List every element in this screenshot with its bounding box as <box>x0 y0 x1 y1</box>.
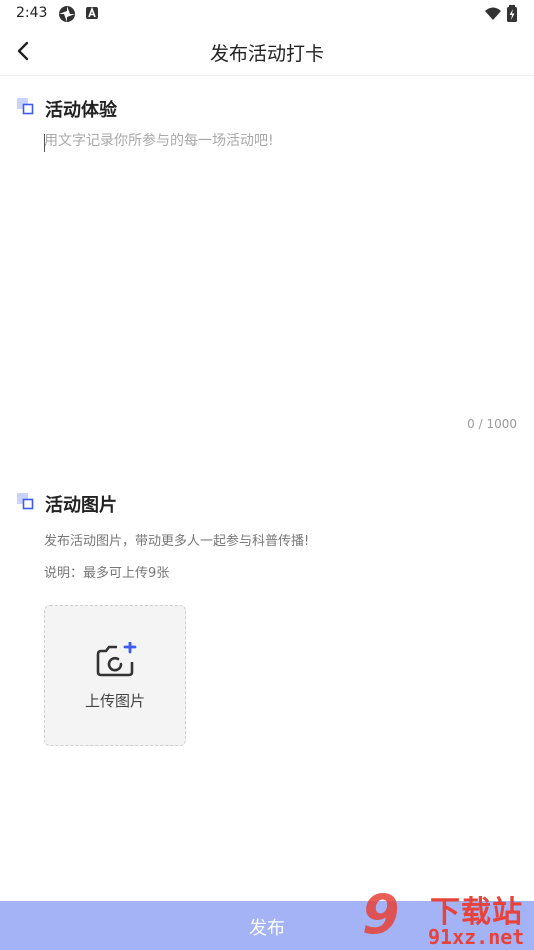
status-bar: 2:43 <box>0 0 534 28</box>
page-title: 发布活动打卡 <box>209 43 324 65</box>
publish-label: 发布 <box>249 918 285 939</box>
battery-charging-icon <box>506 5 518 23</box>
experience-text-input[interactable] <box>44 130 518 410</box>
upload-label: 上传图片 <box>84 692 145 710</box>
section-marker-icon <box>17 98 35 116</box>
wifi-icon <box>484 5 502 23</box>
photos-description: 发布活动图片，带动更多人一起参与科普传播! <box>44 534 310 549</box>
photos-limit-note: 说明：最多可上传9张 <box>44 566 170 581</box>
experience-section-title: 活动体验 <box>45 100 117 121</box>
upload-photo-button[interactable]: 上传图片 <box>44 605 186 746</box>
publish-button[interactable]: 发布 <box>0 901 534 950</box>
section-marker-icon <box>17 493 35 511</box>
text-cursor <box>44 134 45 152</box>
nav-bar: 发布活动打卡 <box>0 28 534 76</box>
camera-add-icon <box>95 640 137 678</box>
pinwheel-icon <box>58 5 76 23</box>
a-notification-icon <box>84 5 102 23</box>
status-time: 2:43 <box>16 5 48 21</box>
char-counter: 0 / 1000 <box>467 417 517 431</box>
photos-section-title: 活动图片 <box>45 495 117 516</box>
